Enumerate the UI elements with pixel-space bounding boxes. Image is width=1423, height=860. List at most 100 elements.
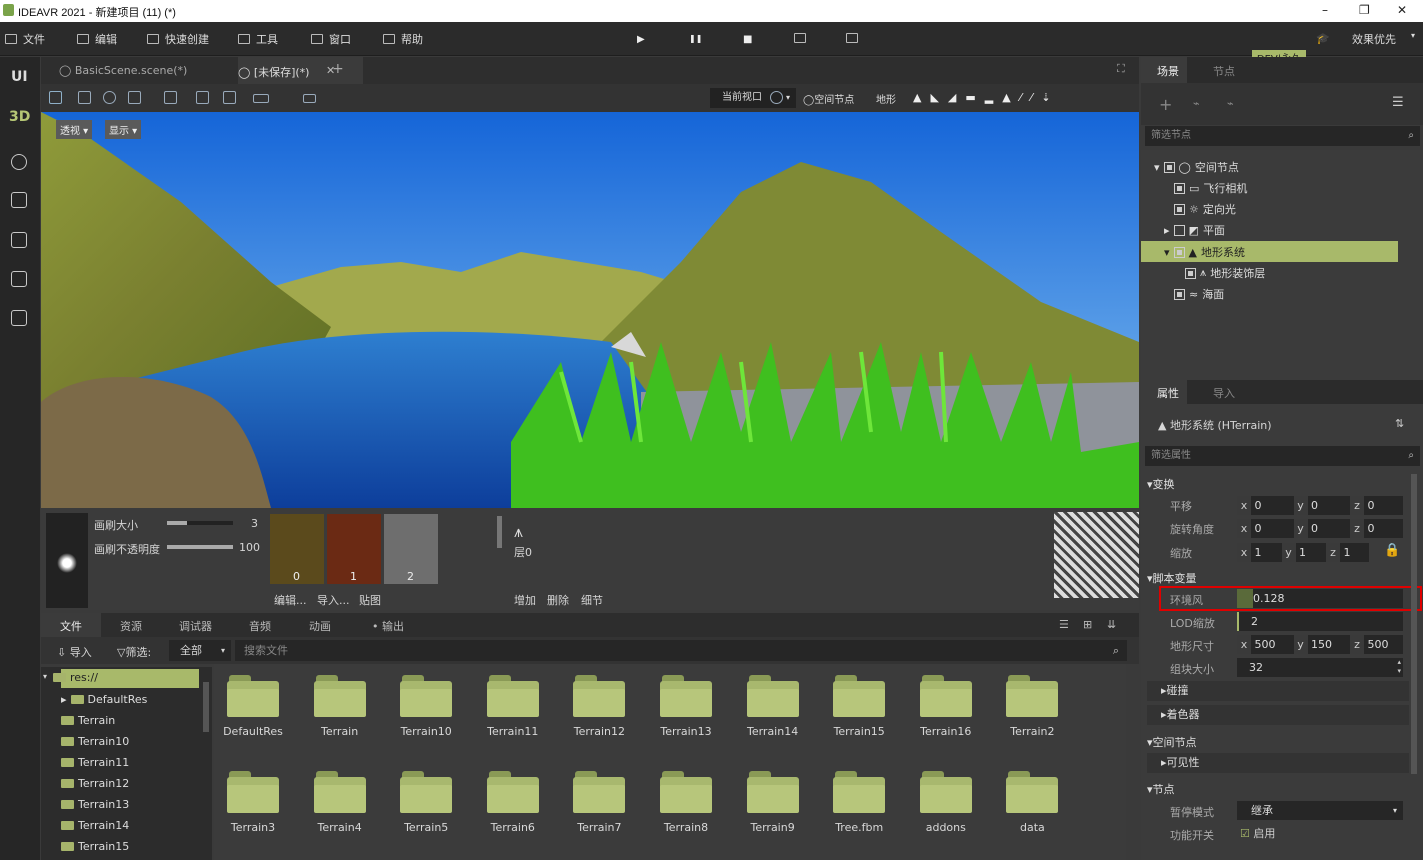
- path-icon[interactable]: [11, 154, 27, 170]
- tree-node[interactable]: Terrain10: [61, 735, 129, 748]
- folder-item[interactable]: Terrain4: [308, 769, 372, 834]
- delete-layer-button[interactable]: 删除: [547, 592, 569, 608]
- scene-node-camera[interactable]: ▭ 飞行相机: [1174, 180, 1247, 196]
- tree-expand-icon[interactable]: ▾: [43, 672, 47, 681]
- menu-file[interactable]: 文件: [5, 31, 45, 47]
- scale-tool-icon[interactable]: [128, 91, 141, 104]
- tab-basic-scene[interactable]: ◯ BasicScene.scene(*): [59, 64, 187, 77]
- tab-unsaved[interactable]: ◯ [未保存](*) ✕: [238, 57, 363, 84]
- select-tool-icon[interactable]: [49, 91, 62, 104]
- tree-node[interactable]: Terrain11: [61, 756, 129, 769]
- ui-mode-button[interactable]: UI: [11, 69, 28, 85]
- folder-item[interactable]: Terrain3: [221, 769, 285, 834]
- gear-icon[interactable]: [770, 91, 783, 104]
- visibility-checkbox[interactable]: [1174, 288, 1185, 300]
- menu-icon[interactable]: ☰: [1392, 95, 1404, 110]
- scene-node-spatial[interactable]: ▾ ◯ 空间节点: [1154, 159, 1239, 175]
- texture-slot-0[interactable]: 0: [270, 514, 324, 584]
- menu-help[interactable]: 帮助: [383, 31, 423, 47]
- translate-y[interactable]: 0: [1311, 499, 1318, 512]
- close-window-button[interactable]: ✕: [1397, 3, 1407, 17]
- lock-icon[interactable]: 🔒: [1384, 543, 1400, 558]
- pause-button[interactable]: ❚❚: [689, 34, 702, 43]
- menu-edit[interactable]: 编辑: [77, 31, 117, 47]
- maximize-button[interactable]: ❐: [1359, 3, 1370, 17]
- lod-field[interactable]: 2: [1237, 612, 1403, 631]
- layout-icon[interactable]: [253, 94, 269, 103]
- add-node-icon[interactable]: +: [1159, 95, 1172, 114]
- menu-tools[interactable]: 工具: [238, 31, 278, 47]
- folder-item[interactable]: Terrain5: [394, 769, 458, 834]
- rotate-y[interactable]: 0: [1311, 522, 1318, 535]
- folder-item[interactable]: Terrain12: [567, 673, 631, 738]
- props-scrollbar[interactable]: [1411, 474, 1417, 774]
- tab-resources[interactable]: 资源: [120, 618, 142, 634]
- texture-slot-2[interactable]: 2: [384, 514, 438, 584]
- tree-node[interactable]: ▸ DefaultRes: [61, 693, 147, 706]
- search-files-input[interactable]: 搜索文件 ⌕: [235, 640, 1127, 661]
- scene-node-sea[interactable]: ≈ 海面: [1174, 286, 1224, 302]
- 3d-viewport[interactable]: 透视 ▾ 显示 ▾: [41, 112, 1139, 508]
- terrain-size-field[interactable]: x 500 y 150 z 500: [1237, 635, 1403, 654]
- stop-button[interactable]: ■: [743, 34, 752, 45]
- tab-debugger[interactable]: 调试器: [179, 618, 212, 634]
- folder-item[interactable]: Terrain7: [567, 769, 631, 834]
- instance-icon[interactable]: ⌁: [1227, 97, 1234, 110]
- rotate-x[interactable]: 0: [1255, 522, 1262, 535]
- minimize-button[interactable]: –: [1322, 3, 1328, 17]
- section-node[interactable]: ▾节点: [1147, 781, 1175, 797]
- import-button[interactable]: ⇩ 导入: [57, 644, 92, 660]
- tree-node-res[interactable]: res://: [53, 671, 98, 684]
- detail-button[interactable]: 细节: [581, 592, 603, 608]
- tree-node[interactable]: Terrain: [61, 714, 115, 727]
- visibility-checkbox[interactable]: [1185, 267, 1196, 279]
- rotate-tool-icon[interactable]: [103, 91, 116, 104]
- rotate-field[interactable]: x 0y 0z 0: [1237, 519, 1403, 538]
- folder-item[interactable]: Terrain10: [394, 673, 458, 738]
- import-texture-button[interactable]: 导入...: [317, 592, 350, 608]
- wind-field[interactable]: 0.128: [1237, 589, 1403, 608]
- visibility-checkbox[interactable]: [1173, 224, 1185, 236]
- scene-node-decor[interactable]: ⩚ 地形装饰层: [1185, 265, 1265, 281]
- tab-audio[interactable]: 音频: [249, 618, 271, 634]
- import-icon[interactable]: [11, 310, 27, 326]
- scale-field[interactable]: x 1y 1z 1: [1237, 543, 1369, 562]
- scene-node-terrain[interactable]: ▾ ▲ 地形系统: [1164, 244, 1245, 260]
- section-collision[interactable]: ▸碰撞: [1147, 681, 1409, 701]
- folder-item[interactable]: addons: [914, 769, 978, 834]
- graduation-cap-icon[interactable]: 🎓: [1316, 32, 1330, 45]
- folder-item[interactable]: DefaultRes: [221, 673, 285, 738]
- menu-quick-create[interactable]: 快速创建: [147, 31, 209, 47]
- camera-icon[interactable]: [303, 94, 316, 103]
- perspective-button[interactable]: 透视 ▾: [56, 120, 93, 139]
- visibility-checkbox[interactable]: [1163, 161, 1175, 173]
- tab-scene[interactable]: 场景: [1157, 63, 1179, 79]
- scale-y[interactable]: 1: [1299, 546, 1306, 559]
- chunk-size-field[interactable]: 32 ▴ ▾: [1237, 658, 1403, 677]
- tab-output[interactable]: • 输出: [372, 618, 404, 634]
- tab-node[interactable]: 节点: [1213, 63, 1235, 79]
- add-layer-button[interactable]: 增加: [514, 592, 536, 608]
- section-shader[interactable]: ▸着色器: [1147, 705, 1409, 725]
- tree-node[interactable]: Terrain15: [61, 840, 129, 853]
- download-icon[interactable]: ⇊: [1107, 618, 1116, 631]
- section-script-vars[interactable]: ▾脚本变量: [1147, 570, 1197, 586]
- package-icon[interactable]: [11, 232, 27, 248]
- section-visibility[interactable]: ▸可见性: [1147, 753, 1409, 773]
- folder-item[interactable]: data: [1000, 769, 1064, 834]
- link-icon[interactable]: ⌁: [1193, 97, 1200, 110]
- section-spatial[interactable]: ▾空间节点: [1147, 734, 1197, 750]
- chevron-down-icon[interactable]: ▾: [1411, 31, 1415, 40]
- focus-icon[interactable]: [164, 91, 177, 104]
- rotate-z[interactable]: 0: [1368, 522, 1375, 535]
- edit-texture-button[interactable]: 编辑...: [274, 592, 307, 608]
- tab-animation[interactable]: 动画: [309, 618, 331, 634]
- tree-node[interactable]: Terrain14: [61, 819, 129, 832]
- move-tool-icon[interactable]: [78, 91, 91, 104]
- scene-node-light[interactable]: ☼ 定向光: [1174, 201, 1236, 217]
- settings-sliders-icon[interactable]: ⇅: [1395, 417, 1404, 430]
- export-icon[interactable]: [11, 271, 27, 287]
- scene-node-plane[interactable]: ▸ ◩ 平面: [1164, 222, 1225, 238]
- terrain-size-y[interactable]: 150: [1311, 638, 1332, 651]
- folder-item[interactable]: Terrain11: [481, 673, 545, 738]
